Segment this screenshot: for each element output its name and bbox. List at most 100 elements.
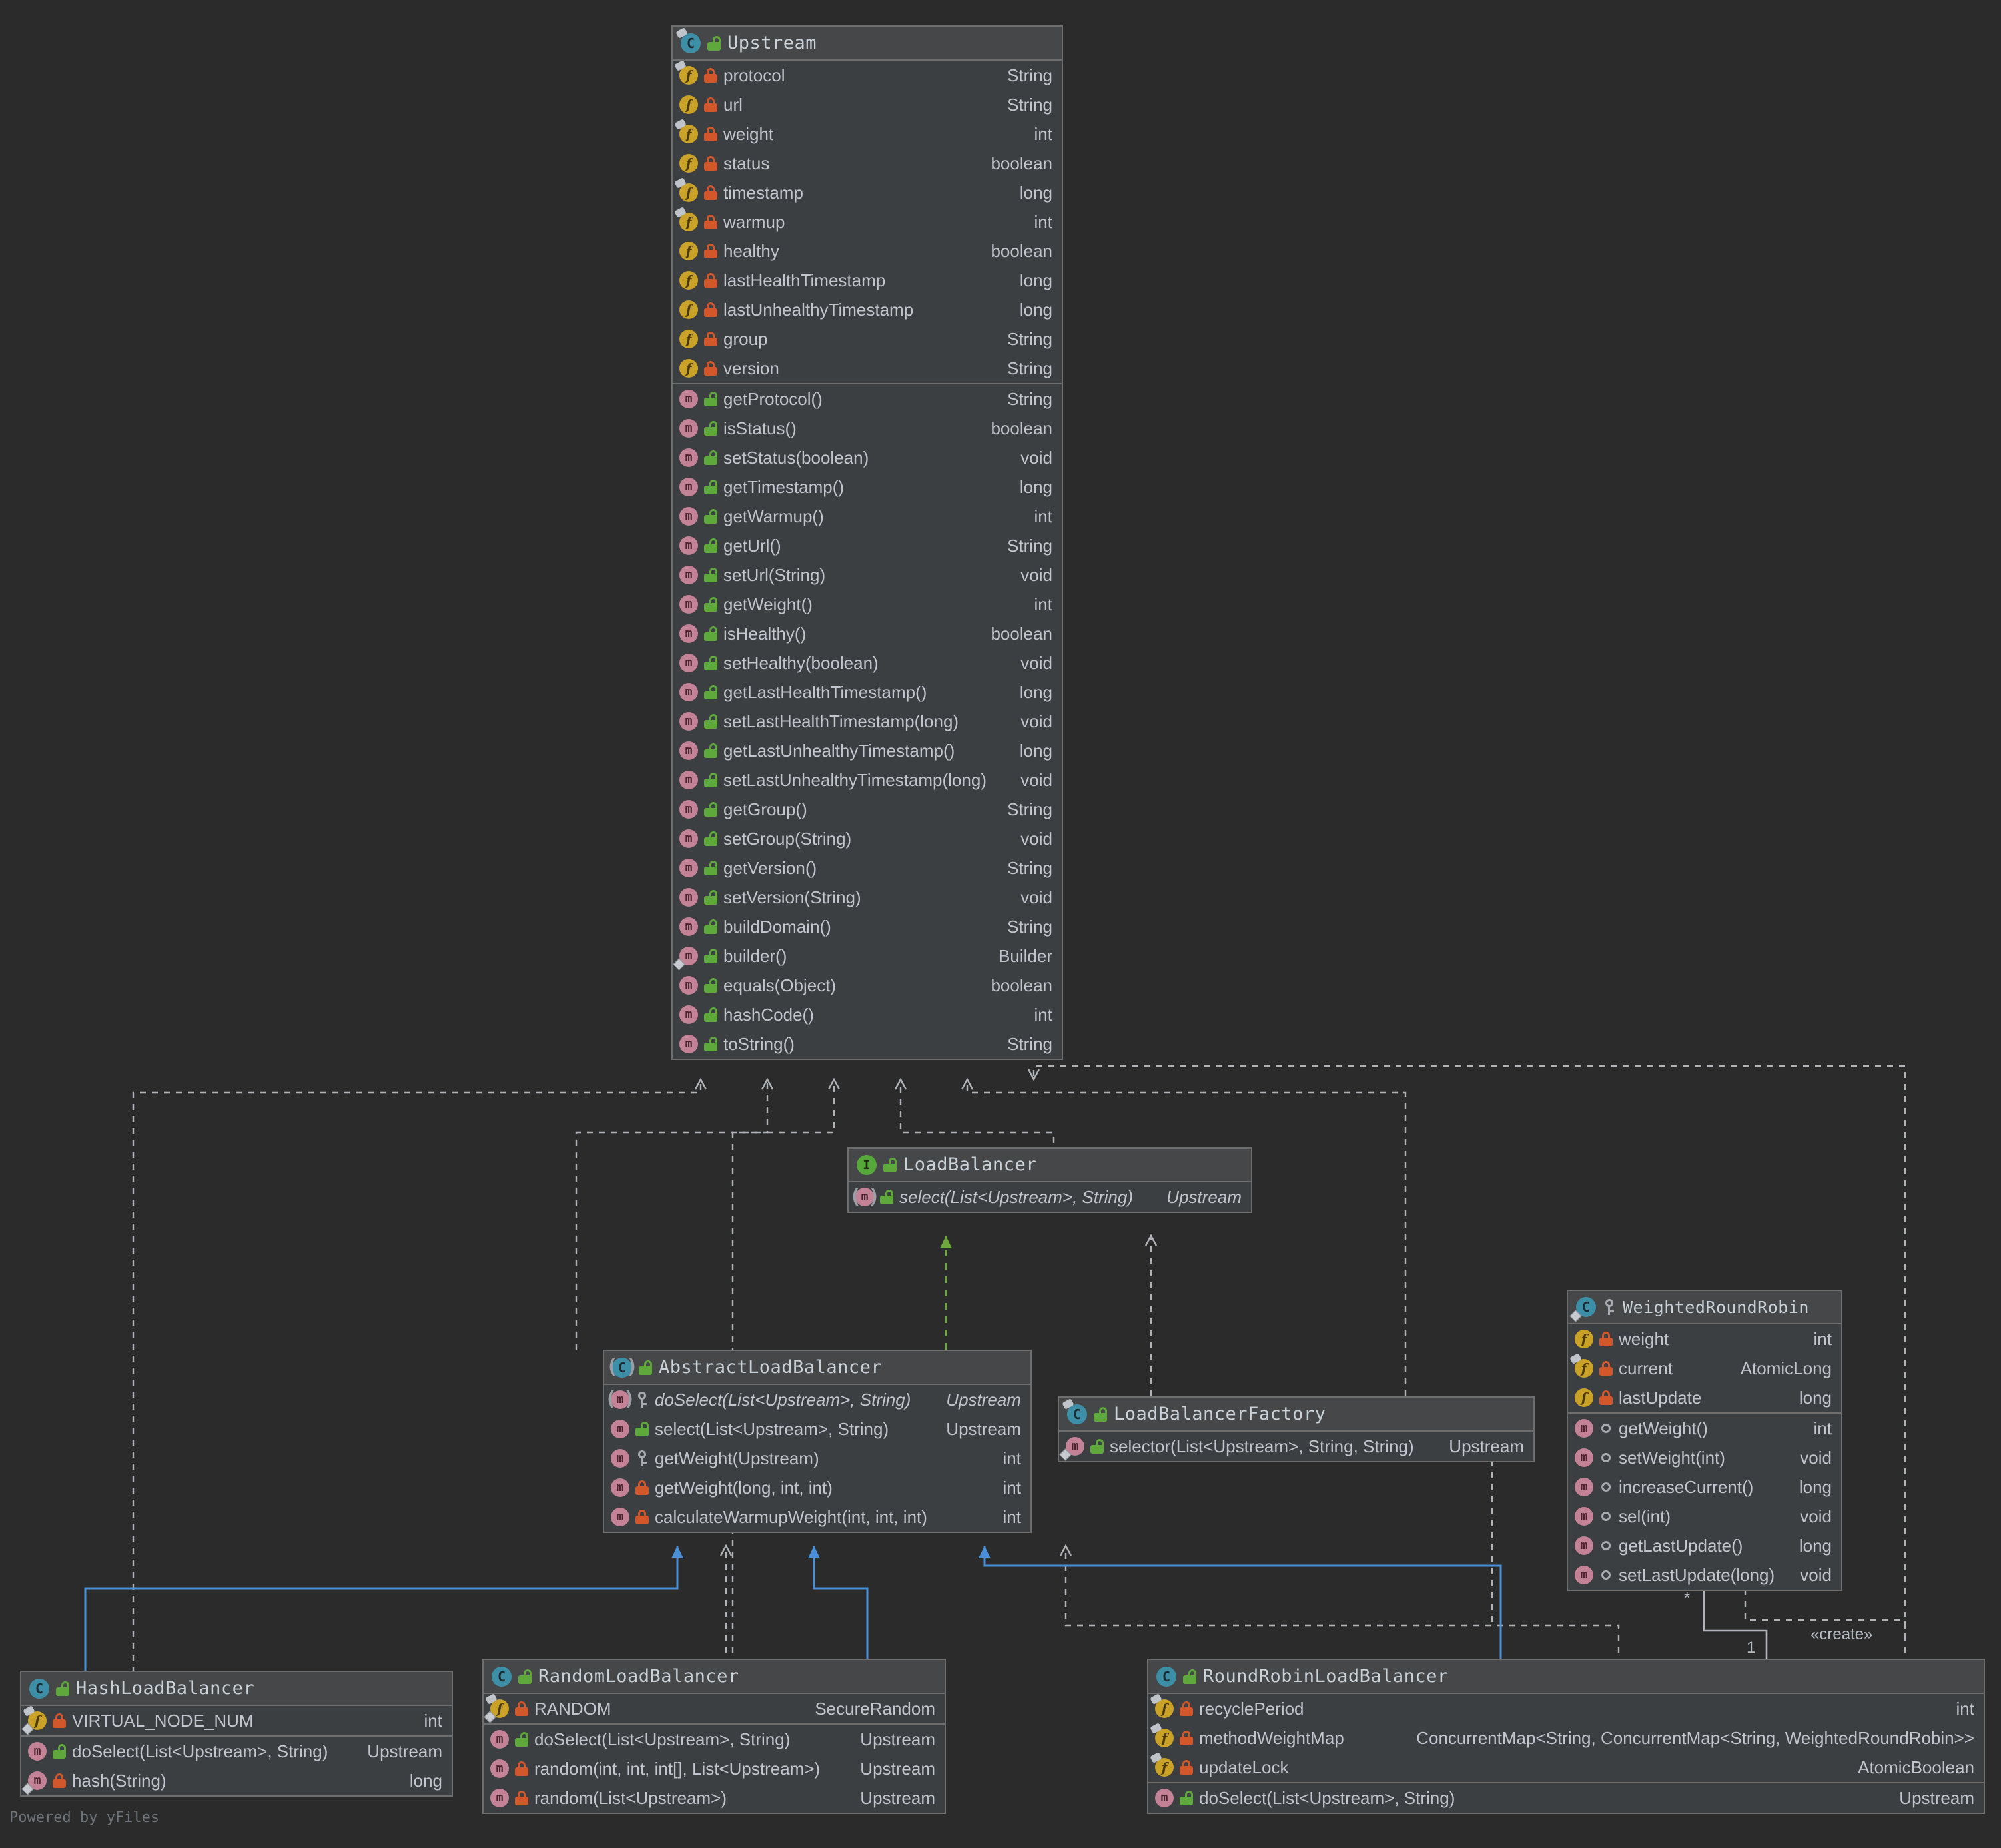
method-icon: m	[679, 1035, 698, 1053]
method-row[interactable]: m increaseCurrent() long	[1568, 1472, 1841, 1502]
method-row[interactable]: m setLastUpdate(long) void	[1568, 1560, 1841, 1590]
field-row[interactable]: f group String	[673, 324, 1062, 354]
method-row[interactable]: m getTimestamp() long	[673, 472, 1062, 502]
method-row[interactable]: m setStatus(boolean) void	[673, 443, 1062, 472]
method-row[interactable]: m setWeight(int) void	[1568, 1443, 1841, 1472]
method-row[interactable]: m getLastUpdate() long	[1568, 1531, 1841, 1560]
method-row[interactable]: m getWeight(Upstream) int	[604, 1444, 1030, 1473]
field-type: long	[1019, 182, 1052, 203]
method-row[interactable]: m setVersion(String) void	[673, 883, 1062, 912]
field-row[interactable]: f methodWeightMap ConcurrentMap<String, Co…	[1148, 1723, 1984, 1753]
method-icon: m	[1575, 1448, 1593, 1467]
method-icon: m	[679, 771, 698, 789]
class-node-randomloadbalancer[interactable]: C RandomLoadBalancer f RANDOM SecureRandom…	[482, 1659, 946, 1814]
method-icon: m	[490, 1789, 509, 1807]
class-node-weightedroundrobin[interactable]: C WeightedRoundRobin f weight int f current…	[1567, 1290, 1842, 1591]
method-return-type: long	[409, 1770, 442, 1791]
class-node-roundrobinloadbalancer[interactable]: C RoundRobinLoadBalancer f recyclePeriod i…	[1147, 1659, 1985, 1814]
field-row[interactable]: f recyclePeriod int	[1148, 1693, 1984, 1723]
field-row[interactable]: f RANDOM SecureRandom	[484, 1693, 945, 1723]
field-row[interactable]: f status boolean	[673, 149, 1062, 178]
field-row[interactable]: f warmup int	[673, 207, 1062, 236]
method-name: setUrl(String)	[723, 564, 826, 585]
method-name: getVersion()	[723, 857, 817, 878]
field-row[interactable]: f version String	[673, 354, 1062, 383]
method-row[interactable]: m getWeight(long, int, int) int	[604, 1473, 1030, 1502]
private-lock-icon	[635, 1510, 649, 1524]
method-row[interactable]: m isStatus() boolean	[673, 414, 1062, 443]
method-row[interactable]: m hashCode() int	[673, 1000, 1062, 1029]
class-node-abstractloadbalancer[interactable]: C AbstractLoadBalancer m doSelect(List<Up…	[603, 1350, 1032, 1533]
diagram-canvas: «create» * 1 C Upstream f protocol String …	[0, 0, 2001, 1848]
method-row[interactable]: m buildDomain() String	[673, 912, 1062, 941]
field-row[interactable]: f weight int	[1568, 1324, 1841, 1354]
method-row[interactable]: m setLastHealthTimestamp(long) void	[673, 707, 1062, 736]
field-row[interactable]: f VIRTUAL_NODE_NUM int	[21, 1705, 452, 1735]
package-private-icon	[1601, 1570, 1611, 1580]
method-return-type: long	[1019, 740, 1052, 761]
method-row[interactable]: m setLastUnhealthyTimestamp(long) void	[673, 765, 1062, 795]
field-row[interactable]: f current AtomicLong	[1568, 1353, 1841, 1383]
method-row[interactable]: m toString() String	[673, 1029, 1062, 1059]
field-name: updateLock	[1199, 1757, 1289, 1777]
field-row[interactable]: f weight int	[673, 119, 1062, 149]
method-row[interactable]: m selector(List<Upstream>, String, String…	[1059, 1432, 1533, 1461]
private-lock-icon	[635, 1480, 649, 1495]
method-row[interactable]: m select(List<Upstream>, String) Upstream	[849, 1182, 1251, 1212]
method-return-type: long	[1799, 1476, 1832, 1497]
dep-roundrobin-abstract	[1066, 1546, 1620, 1665]
public-unlock-icon	[704, 831, 717, 846]
method-return-type: int	[1034, 1004, 1052, 1025]
fields-section-upstream: f protocol String f url String f weight int f s…	[673, 60, 1062, 384]
method-icon: m	[611, 1449, 629, 1468]
field-row[interactable]: f lastUnhealthyTimestamp long	[673, 295, 1062, 324]
method-row[interactable]: m select(List<Upstream>, String) Upstream	[604, 1414, 1030, 1444]
method-row[interactable]: m isHealthy() boolean	[673, 619, 1062, 648]
field-type: String	[1007, 328, 1052, 349]
field-type: int	[1034, 211, 1052, 232]
method-row[interactable]: m sel(int) void	[1568, 1502, 1841, 1531]
method-row[interactable]: m doSelect(List<Upstream>, String) Upstrea…	[604, 1385, 1030, 1414]
private-lock-icon	[1599, 1332, 1613, 1346]
method-row[interactable]: m getLastHealthTimestamp() long	[673, 678, 1062, 707]
field-row[interactable]: f protocol String	[673, 60, 1062, 90]
class-node-upstream[interactable]: C Upstream f protocol String f url String f w…	[671, 25, 1063, 1060]
field-row[interactable]: f lastHealthTimestamp long	[673, 266, 1062, 295]
package-private-icon	[1601, 1453, 1611, 1462]
method-row[interactable]: m getVersion() String	[673, 853, 1062, 883]
field-row[interactable]: f updateLock AtomicBoolean	[1148, 1752, 1984, 1782]
class-node-hashloadbalancer[interactable]: C HashLoadBalancer f VIRTUAL_NODE_NUM int …	[20, 1671, 453, 1797]
field-type: String	[1007, 94, 1052, 115]
method-row[interactable]: m getWeight() int	[673, 590, 1062, 619]
method-row[interactable]: m doSelect(List<Upstream>, String) Upstrea…	[21, 1737, 452, 1766]
protected-key-icon	[635, 1450, 649, 1466]
private-lock-icon	[515, 1761, 528, 1776]
method-row[interactable]: m doSelect(List<Upstream>, String) Upstrea…	[1148, 1783, 1984, 1813]
method-row[interactable]: m random(List<Upstream>) Upstream	[484, 1783, 945, 1813]
method-row[interactable]: m getProtocol() String	[673, 384, 1062, 414]
class-node-loadbalancer[interactable]: I LoadBalancer m select(List<Upstream>, S…	[847, 1147, 1252, 1213]
class-node-loadbalancerfactory[interactable]: C LoadBalancerFactory m selector(List<Ups…	[1058, 1396, 1535, 1462]
method-row[interactable]: m getWarmup() int	[673, 502, 1062, 531]
field-row[interactable]: f url String	[673, 90, 1062, 119]
method-row[interactable]: m getLastUnhealthyTimestamp() long	[673, 736, 1062, 765]
method-row[interactable]: m setHealthy(boolean) void	[673, 648, 1062, 678]
method-row[interactable]: m random(int, int, int[], List<Upstream>)…	[484, 1754, 945, 1783]
field-row[interactable]: f healthy boolean	[673, 236, 1062, 266]
field-row[interactable]: f lastUpdate long	[1568, 1383, 1841, 1412]
method-row[interactable]: m setUrl(String) void	[673, 560, 1062, 590]
method-row[interactable]: m builder() Builder	[673, 941, 1062, 971]
method-return-type: int	[1002, 1506, 1021, 1527]
field-row[interactable]: f timestamp long	[673, 177, 1062, 207]
method-row[interactable]: m getWeight() int	[1568, 1414, 1841, 1443]
method-row[interactable]: m doSelect(List<Upstream>, String) Upstrea…	[484, 1725, 945, 1754]
method-row[interactable]: m calculateWarmupWeight(int, int, int) int	[604, 1502, 1030, 1532]
method-row[interactable]: m setGroup(String) void	[673, 824, 1062, 853]
method-row[interactable]: m equals(Object) boolean	[673, 971, 1062, 1000]
method-row[interactable]: m getGroup() String	[673, 795, 1062, 824]
field-icon: f	[679, 95, 698, 114]
field-name: warmup	[723, 211, 785, 232]
method-row[interactable]: m getUrl() String	[673, 531, 1062, 560]
method-row[interactable]: m hash(String) long	[21, 1766, 452, 1795]
class-name-randomloadbalancer: RandomLoadBalancer	[538, 1666, 739, 1687]
